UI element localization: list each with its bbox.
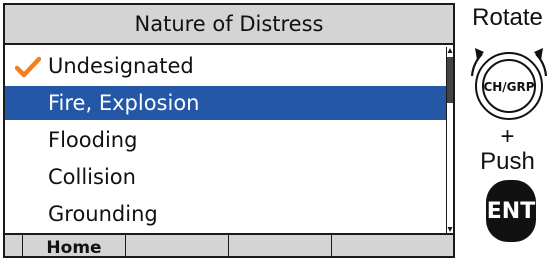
- control-instructions: Rotate CH/GRP + Push ENT: [460, 0, 555, 258]
- screen-title-bar: Nature of Distress: [5, 5, 453, 45]
- scroll-thumb[interactable]: [447, 57, 453, 103]
- lcd-screen: Nature of Distress Undesignated Fire, Ex…: [3, 3, 455, 258]
- softkey-blank[interactable]: [126, 235, 229, 256]
- softkey-bar: Home: [5, 233, 453, 258]
- rotate-label: Rotate: [472, 4, 543, 31]
- scroll-up-arrow-icon[interactable]: [447, 47, 453, 55]
- scrollbar[interactable]: [446, 47, 453, 233]
- distress-list: Undesignated Fire, Explosion Flooding Co…: [5, 47, 446, 233]
- softkey-home[interactable]: Home: [23, 235, 126, 258]
- knob-label: CH/GRP: [483, 80, 534, 94]
- push-label: Push: [480, 148, 535, 175]
- ent-button[interactable]: ENT: [486, 180, 536, 242]
- scroll-down-arrow-icon[interactable]: [447, 225, 453, 233]
- list-item-flooding[interactable]: Flooding: [5, 123, 446, 157]
- list-item-label: Fire, Explosion: [48, 91, 200, 115]
- list-item-fire-explosion[interactable]: Fire, Explosion: [5, 86, 446, 120]
- ch-grp-knob-icon[interactable]: CH/GRP: [468, 40, 550, 122]
- screen-title: Nature of Distress: [134, 12, 324, 36]
- list-item-undesignated[interactable]: Undesignated: [5, 49, 446, 83]
- list-item-label: Collision: [48, 165, 136, 189]
- list-item-collision[interactable]: Collision: [5, 160, 446, 194]
- list-item-label: Grounding: [48, 202, 158, 226]
- plus-sign: +: [500, 123, 515, 150]
- checkmark-icon: [15, 56, 41, 78]
- softkey-home-label: Home: [46, 237, 102, 258]
- softkey-blank[interactable]: [5, 235, 23, 256]
- list-item-label: Undesignated: [48, 54, 194, 78]
- softkey-blank[interactable]: [332, 235, 453, 256]
- list-item-label: Flooding: [48, 128, 138, 152]
- softkey-blank[interactable]: [229, 235, 332, 256]
- ent-button-label: ENT: [486, 198, 536, 224]
- list-item-grounding[interactable]: Grounding: [5, 197, 446, 231]
